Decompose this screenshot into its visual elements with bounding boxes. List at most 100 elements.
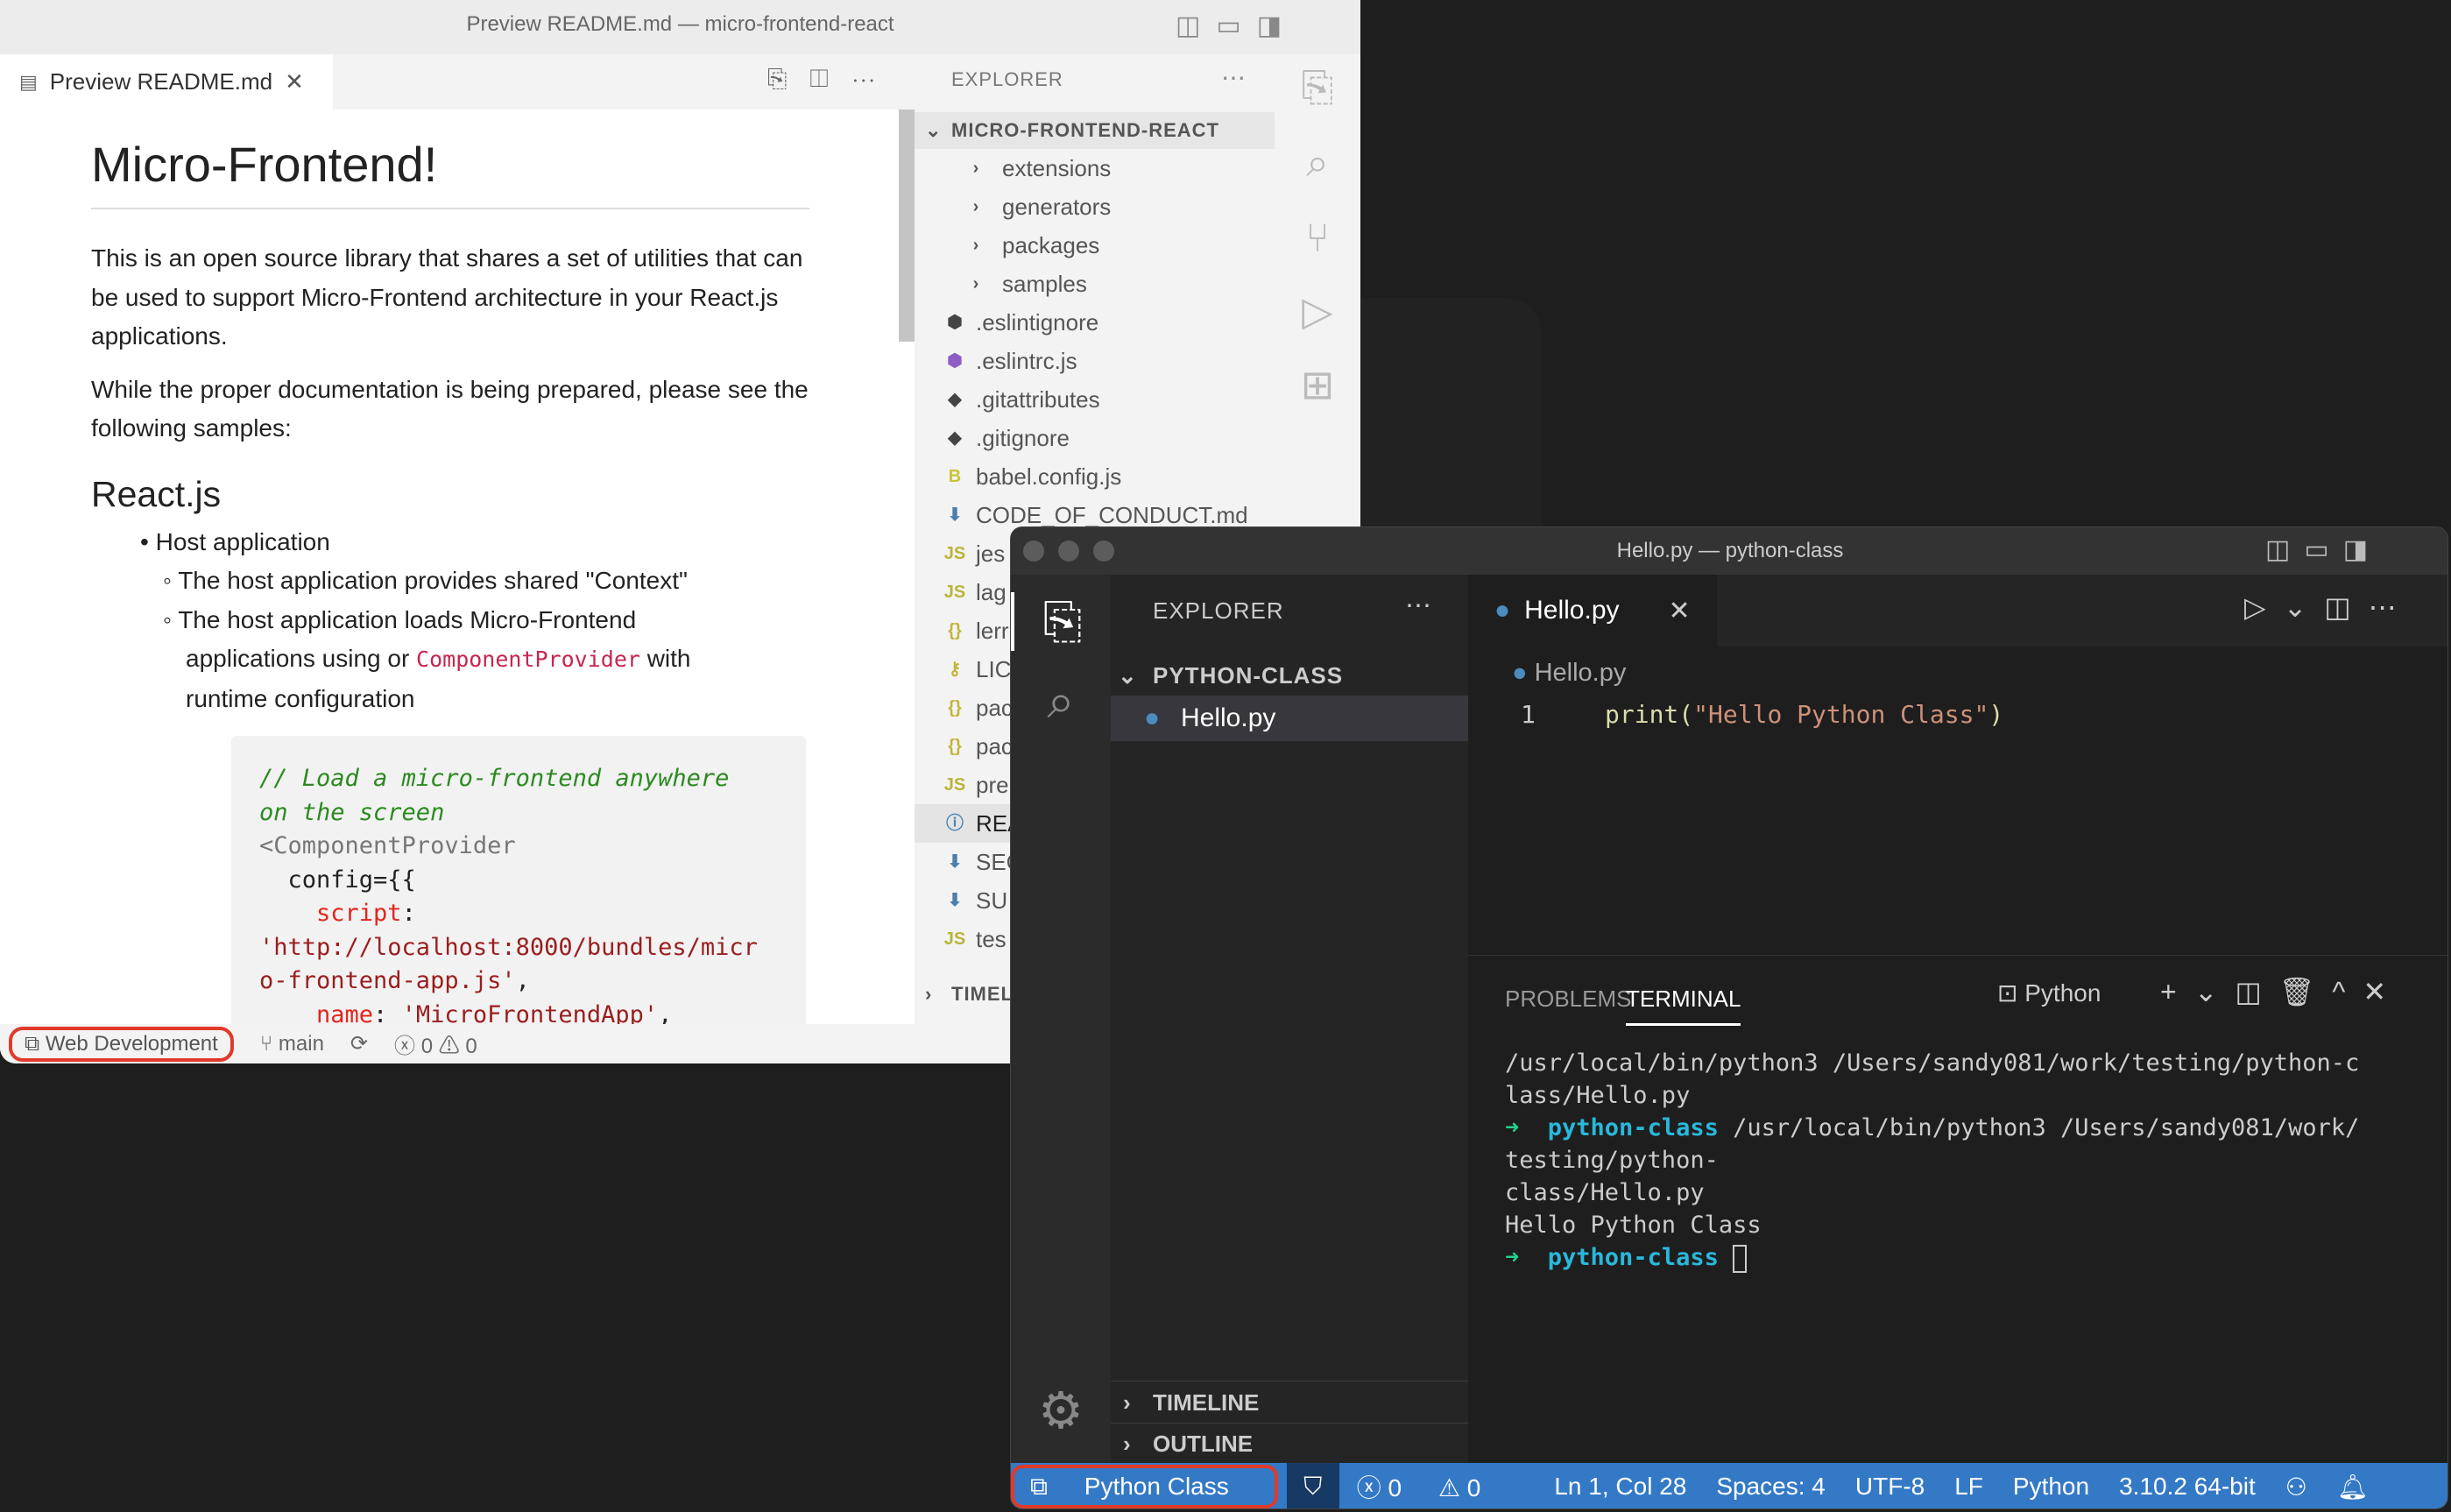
tab-preview-readme[interactable]: ▤ Preview README.md ✕: [0, 54, 333, 110]
code-string: 'http://localhost:8000/bundles/micr: [259, 933, 758, 961]
file-tree-item[interactable]: › generators: [915, 187, 1275, 226]
settings-gear-icon[interactable]: ⚙: [1011, 1381, 1111, 1440]
file-name: SU: [976, 887, 1008, 914]
layout-controls-icon[interactable]: ◫▭◨: [2265, 534, 2382, 565]
timeline-label: TIMEL: [951, 983, 1014, 1005]
live-share-icon[interactable]: ⚇: [2285, 1473, 2307, 1501]
editor-run-actions-icons[interactable]: ▷⌄◫⋯: [2244, 590, 2414, 624]
explorer-root-folder[interactable]: ⌄ MICRO-FRONTEND-REACT: [915, 112, 1275, 149]
outline-label: OUTLINE: [1153, 1431, 1254, 1457]
error-count: 0: [420, 1035, 434, 1058]
problems-indicator[interactable]: ⓧ 0 ⚠ 0: [1357, 1469, 1511, 1504]
source-control-icon[interactable]: ⑂: [1275, 214, 1360, 261]
python-icon: ●: [1144, 703, 1161, 732]
remote-indicator[interactable]: ⧉ Python Class: [1011, 1465, 1278, 1508]
preview-icon: ▤: [19, 70, 38, 93]
file-tree-item[interactable]: ⬢ .eslintrc.js: [915, 342, 1275, 380]
file-hello-py[interactable]: ● Hello.py: [1111, 696, 1468, 741]
language-mode[interactable]: Python: [2013, 1473, 2089, 1501]
shell-label: Python: [2024, 979, 2101, 1007]
file-tree-item[interactable]: › extensions: [915, 149, 1275, 187]
file-name: jes: [976, 541, 1006, 567]
tab-hello-py[interactable]: ● Hello.py ✕: [1468, 575, 1717, 646]
minimize-window-button[interactable]: [1058, 541, 1079, 562]
remote-icon: ⧉: [1030, 1472, 1055, 1500]
branch-indicator[interactable]: ⑂ main: [260, 1032, 324, 1056]
breadcrumb[interactable]: ● Hello.py: [1512, 659, 1626, 688]
python-icon: ●: [1494, 596, 1511, 625]
close-window-button[interactable]: [1023, 541, 1044, 562]
shield-icon[interactable]: ⛉: [1286, 1463, 1339, 1508]
indentation[interactable]: Spaces: 4: [1716, 1473, 1826, 1501]
js-icon: JS: [943, 544, 966, 563]
preview-scrollbar[interactable]: [899, 110, 915, 342]
terminal-line: ➜ python-class /usr/local/bin/python3 /U…: [1505, 1112, 2433, 1144]
terminal-text: lass/Hello.py: [1505, 1082, 1691, 1109]
eslint-icon: ⬢: [947, 313, 963, 332]
close-icon[interactable]: ✕: [285, 68, 304, 95]
file-tree-item[interactable]: ◆ .gitignore: [915, 419, 1275, 457]
cursor-position[interactable]: Ln 1, Col 28: [1554, 1473, 1686, 1501]
code-tag: <ComponentProvider: [259, 832, 516, 859]
maximize-window-button[interactable]: [1093, 541, 1114, 562]
file-tree-item[interactable]: ◆ .gitattributes: [915, 380, 1275, 419]
line-ending[interactable]: LF: [1954, 1473, 1983, 1501]
encoding[interactable]: UTF-8: [1855, 1473, 1925, 1501]
problems-indicator[interactable]: ⓧ 0 ⚠ 0: [394, 1028, 477, 1059]
chevron-icon: ›: [972, 159, 979, 178]
branch-label: main: [278, 1031, 324, 1056]
explorer-icon[interactable]: ⎘: [1275, 63, 1360, 112]
file-name: tes: [976, 926, 1007, 952]
license-icon: ⚷: [948, 660, 962, 679]
tab-terminal[interactable]: TERMINAL: [1626, 986, 1741, 1026]
terminal-shell-selector[interactable]: ⊡ Python: [1997, 979, 2101, 1007]
more-actions-icon[interactable]: ⋯: [1221, 63, 1246, 92]
search-icon[interactable]: ⌕: [1275, 138, 1360, 187]
editor-actions-icons[interactable]: ⎘◫⋯: [767, 65, 899, 94]
json-icon: {}: [948, 621, 962, 640]
markdown-icon: ⬇: [947, 852, 963, 872]
panel-actions-icons[interactable]: +⌄◫🗑︎^✕: [2160, 975, 2404, 1008]
line-number: 1: [1521, 700, 1536, 729]
notifications-bell-icon[interactable]: 🔔︎: [2337, 1473, 2369, 1501]
search-icon[interactable]: ⌕: [1011, 672, 1111, 731]
file-tree-item[interactable]: ⬢ .eslintignore: [915, 303, 1275, 342]
explorer-icon[interactable]: ⎘: [1011, 592, 1111, 651]
info-icon: ⓘ: [946, 814, 964, 833]
terminal-text: class/Hello.py: [1505, 1179, 1705, 1206]
close-icon[interactable]: ✕: [1669, 596, 1691, 626]
chevron-icon: ›: [972, 274, 979, 293]
prompt-arrow-icon: ➜: [1505, 1114, 1548, 1141]
timeline-section[interactable]: › TIMELINE: [1111, 1381, 1468, 1423]
file-name: .gitattributes: [976, 386, 1100, 413]
file-tree-item[interactable]: › packages: [915, 226, 1275, 265]
list: • Host application ◦ The host applicatio…: [91, 523, 809, 719]
layout-controls-icon[interactable]: ◫▭◨: [1176, 11, 1297, 41]
python-interpreter[interactable]: 3.10.2 64-bit: [2119, 1473, 2256, 1501]
explorer-root-folder[interactable]: ⌄ PYTHON-CLASS: [1111, 657, 1468, 694]
code-key: script: [259, 900, 402, 927]
code-comment: // Load a micro-frontend anywhere: [259, 765, 730, 792]
readme-heading: Micro-Frontend!: [91, 136, 809, 209]
file-name: generators: [1002, 194, 1112, 220]
file-tree-item[interactable]: Bbabel.config.js: [915, 457, 1275, 496]
tab-label: Hello.py: [1524, 596, 1620, 625]
warning-count: 0: [1466, 1474, 1481, 1501]
prompt-arrow-icon: ➜: [1505, 1244, 1548, 1271]
tab-problems[interactable]: PROBLEMS: [1505, 986, 1632, 1013]
json-icon: {}: [948, 698, 962, 717]
extensions-icon[interactable]: ⊞: [1275, 361, 1360, 408]
outline-section[interactable]: › OUTLINE: [1111, 1423, 1468, 1463]
terminal-line: testing/python-: [1505, 1144, 2433, 1176]
remote-indicator[interactable]: ⧉ Web Development: [9, 1026, 234, 1062]
file-tree-item[interactable]: › samples: [915, 265, 1275, 303]
sync-icon[interactable]: ⟳: [350, 1031, 368, 1056]
root-label: PYTHON-CLASS: [1153, 662, 1344, 689]
markdown-icon: ⬇: [947, 505, 963, 525]
more-actions-icon[interactable]: ⋯: [1405, 590, 1431, 621]
terminal-output[interactable]: /usr/local/bin/python3 /Users/sandy081/w…: [1505, 1047, 2433, 1274]
terminal-line: ➜ python-class: [1505, 1241, 2433, 1274]
terminal-text: /usr/local/bin/python3 /Users/sandy081/w…: [1718, 1114, 2360, 1141]
file-name: pac: [976, 733, 1013, 760]
run-debug-icon[interactable]: ▷: [1275, 287, 1360, 335]
